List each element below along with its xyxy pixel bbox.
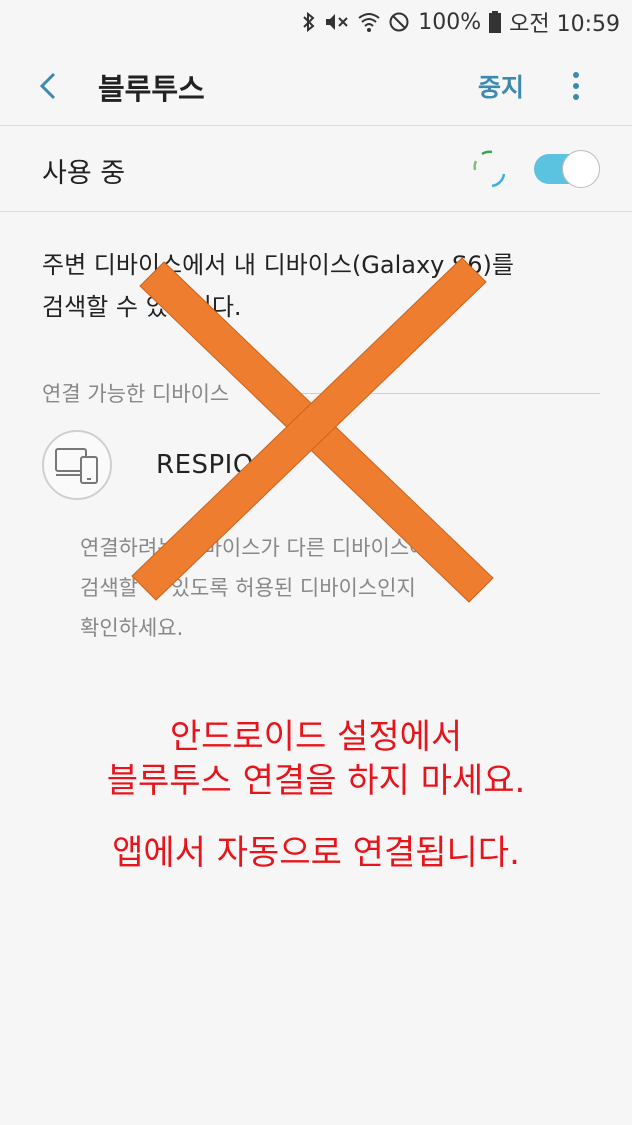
- battery-icon: [489, 10, 502, 34]
- device-list-item[interactable]: RESPIO05: [0, 418, 632, 518]
- help-text: 연결하려는 디바이스가 다른 디바이스에서 검색할 수 있도록 허용된 디바이스…: [80, 528, 580, 648]
- app-bar: 블루투스 중지: [0, 44, 632, 126]
- toggle-label: 사용 중: [42, 158, 126, 189]
- mute-icon: [324, 10, 350, 34]
- stop-button[interactable]: 중지: [478, 68, 524, 104]
- help-text-line-3: 확인하세요.: [80, 616, 184, 640]
- device-name: RESPIO05: [156, 450, 288, 480]
- notice-line-1: 안드로이드 설정에서: [169, 717, 463, 757]
- description-line-1: 주변 디바이스에서 내 디바이스(Galaxy S6)를: [42, 251, 514, 279]
- clock: 오전 10:59: [509, 12, 620, 37]
- notice-line-2: 블루투스 연결을 하지 마세요.: [106, 761, 526, 801]
- visibility-description: 주변 디바이스에서 내 디바이스(Galaxy S6)를 검색할 수 있습니다.: [42, 244, 602, 328]
- notice-line-3: 앱에서 자동으로 연결됩니다.: [112, 833, 520, 873]
- more-vert-icon: [573, 72, 579, 100]
- more-options-button[interactable]: [562, 66, 590, 106]
- bluetooth-icon: [302, 10, 316, 34]
- blocked-icon: [388, 10, 410, 34]
- devices-icon: [55, 448, 98, 484]
- available-devices-header: 연결 가능한 디바이스: [42, 382, 230, 406]
- description-line-2: 검색할 수 있습니다.: [42, 293, 242, 321]
- page-title: 블루투스: [98, 72, 205, 106]
- section-divider: [282, 393, 600, 394]
- bluetooth-switch[interactable]: [534, 150, 600, 188]
- back-arrow-icon: [39, 72, 56, 100]
- status-bar: 100% 오전 10:59: [0, 0, 632, 44]
- back-button[interactable]: [30, 66, 66, 106]
- switch-knob: [562, 150, 600, 188]
- help-text-line-1: 연결하려는 디바이스가 다른 디바이스에서: [80, 536, 448, 560]
- battery-percent: 100%: [418, 9, 482, 35]
- help-text-line-2: 검색할 수 있도록 허용된 디바이스인지: [80, 576, 416, 600]
- wifi-icon: [358, 10, 380, 34]
- device-icon-container: [42, 430, 112, 500]
- loading-spinner-icon: [473, 150, 506, 188]
